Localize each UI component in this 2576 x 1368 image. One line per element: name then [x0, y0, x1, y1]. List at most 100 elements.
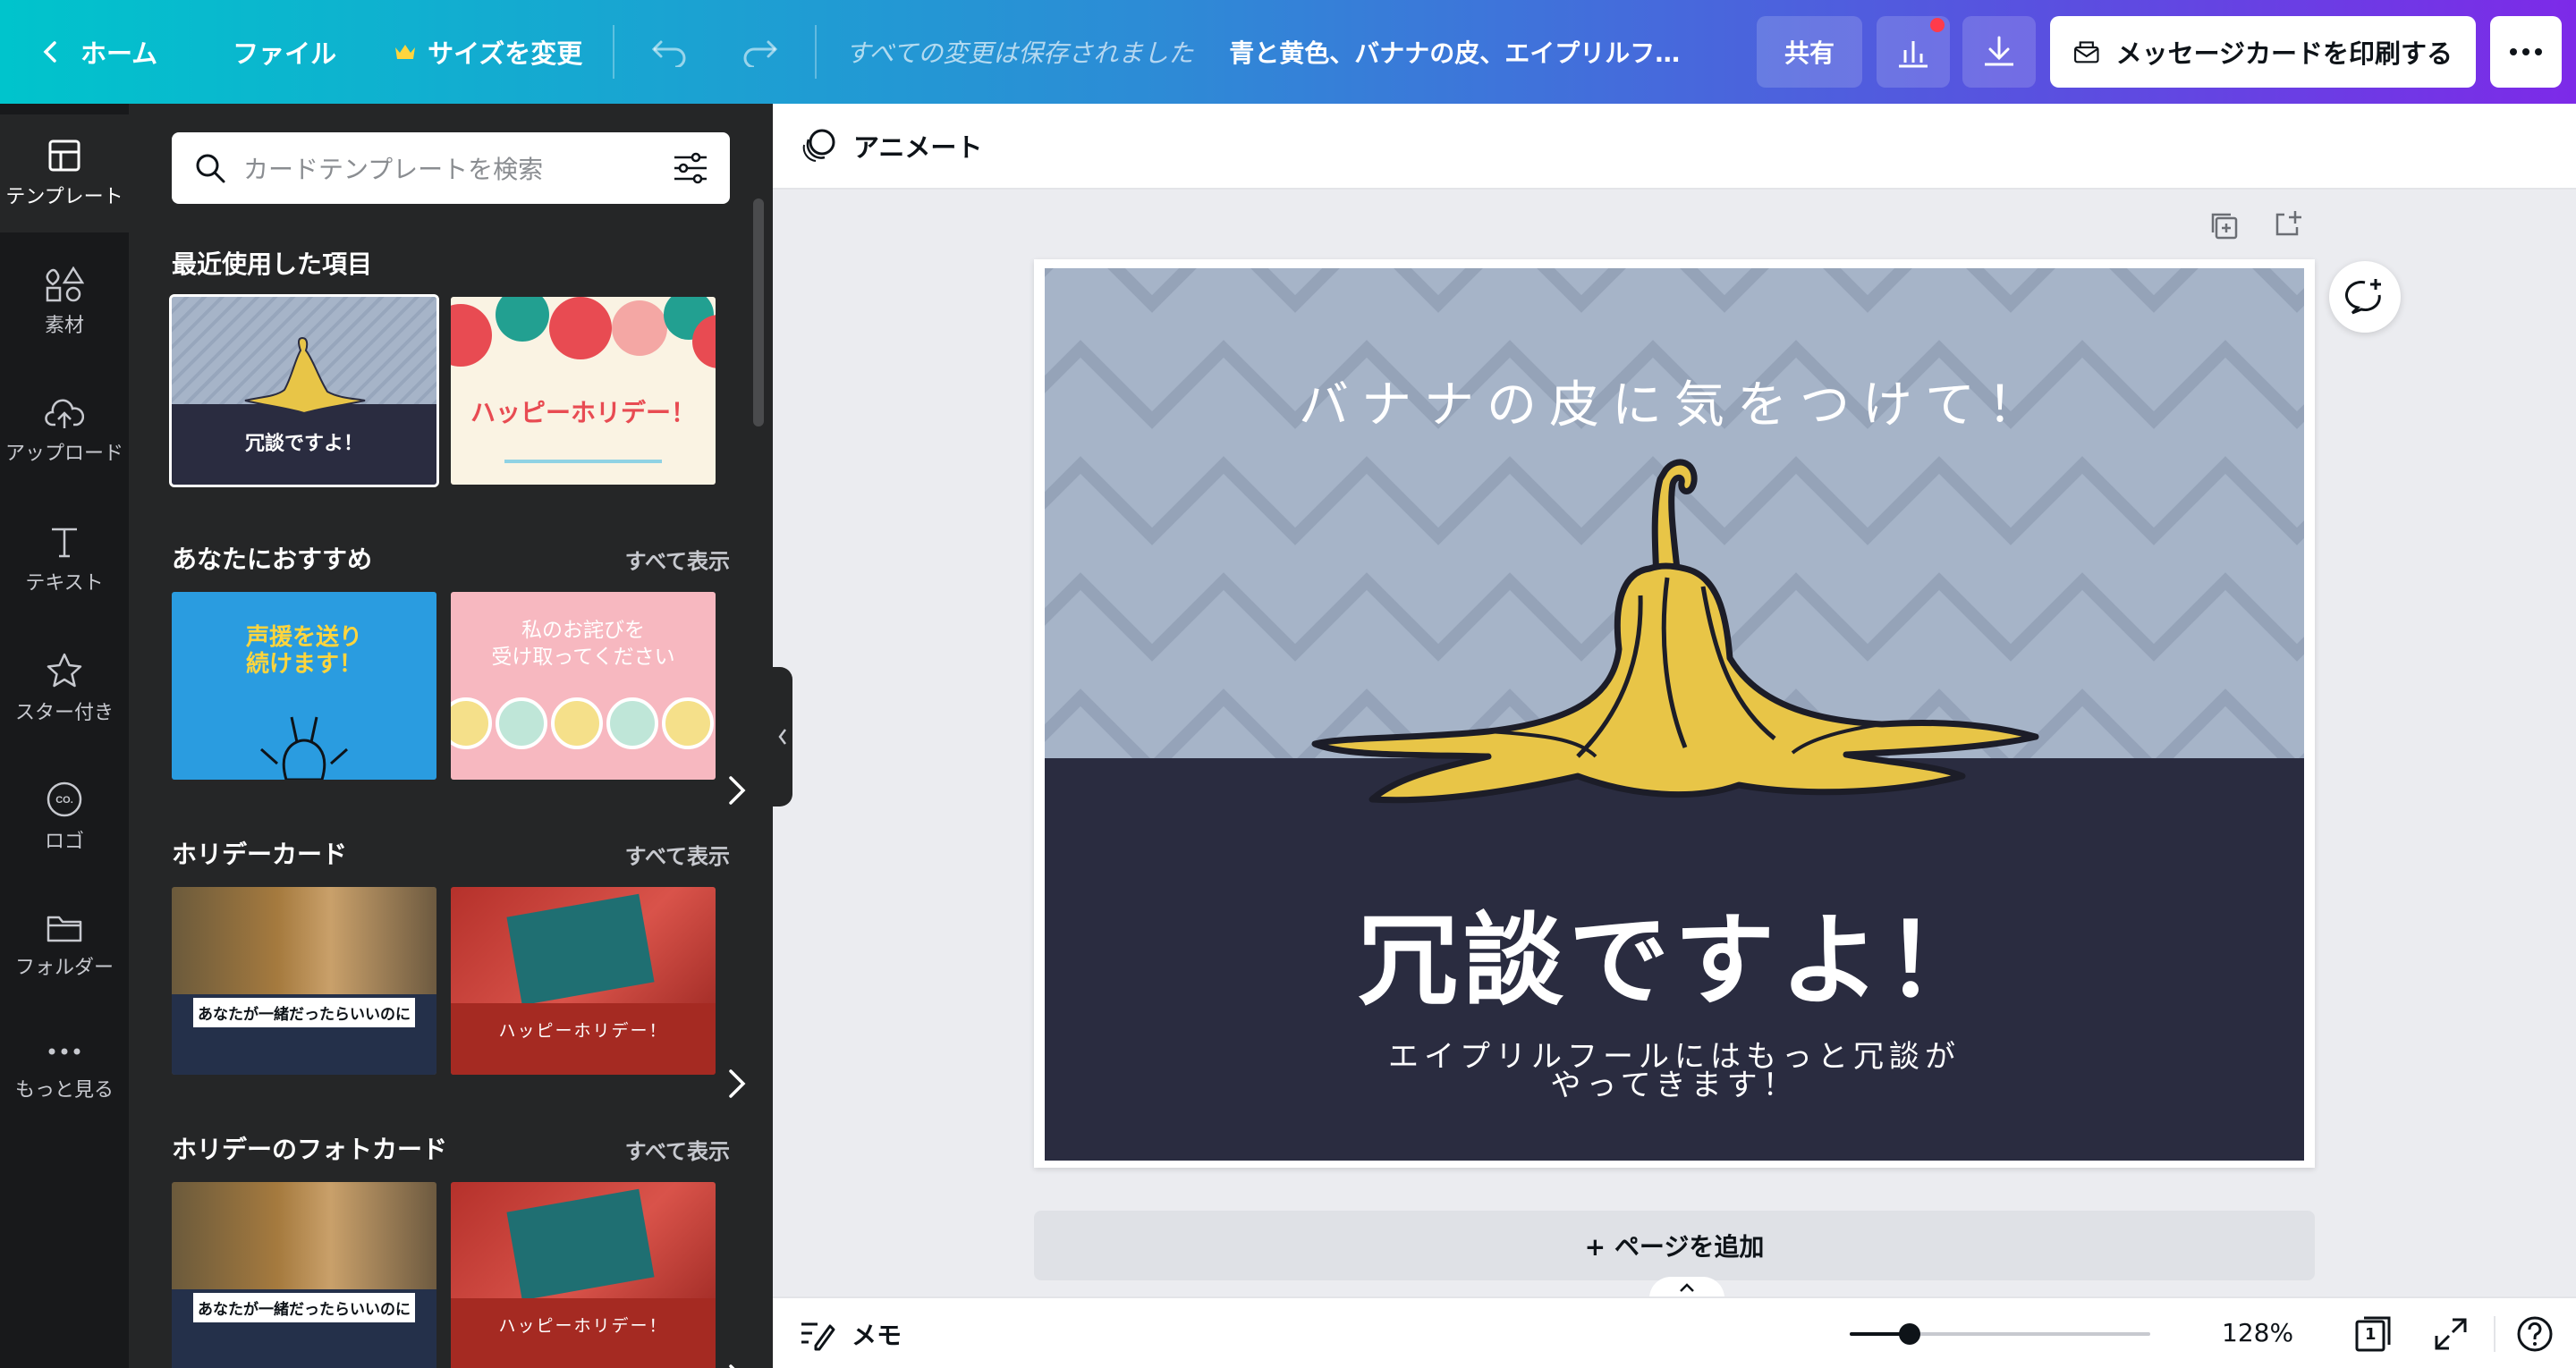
see-all-recommended[interactable]: すべて表示: [625, 544, 730, 575]
rail-label: アップロード: [4, 443, 123, 465]
share-button[interactable]: 共有: [1757, 16, 1862, 88]
undo-icon: [652, 40, 686, 67]
notes-button[interactable]: メモ: [798, 1316, 902, 1352]
crown-icon: [395, 45, 416, 59]
home-button[interactable]: ホーム: [18, 16, 177, 88]
zoom-level[interactable]: 128%: [2222, 1318, 2293, 1347]
chevron-right-icon: [729, 1364, 735, 1368]
zoom-slider-knob[interactable]: [1899, 1323, 1921, 1345]
file-menu-button[interactable]: ファイル: [213, 16, 356, 88]
undo-button[interactable]: [625, 16, 715, 88]
rail-item-more[interactable]: もっと見る: [0, 1016, 129, 1134]
download-icon: [1985, 36, 2013, 66]
home-label: ホーム: [80, 38, 158, 69]
design-page[interactable]: バナナの皮に気をつけて！ 冗談ですよ！ エイプリルフールにはもっと冗談が やって…: [1034, 259, 2315, 1168]
rail-label: フォルダー: [14, 957, 114, 979]
section-title-holiday-cards: ホリデーカード: [172, 840, 348, 869]
help-button[interactable]: [2513, 1313, 2556, 1355]
text-icon: [52, 528, 77, 558]
bottom-status-bar: メモ 128% 1: [773, 1296, 2576, 1368]
template-thumb-happy-holidays[interactable]: ハッピーホリデー！: [451, 297, 716, 485]
template-search-input[interactable]: カードテンプレートを検索: [172, 132, 730, 204]
rail-label: 素材: [44, 315, 84, 337]
elements-icon: [46, 266, 84, 302]
message-card[interactable]: バナナの皮に気をつけて！ 冗談ですよ！ エイプリルフールにはもっと冗談が やって…: [1045, 268, 2304, 1161]
template-thumb-apology[interactable]: 私のお詫びを 受け取ってください: [451, 592, 716, 780]
share-add-icon: [2275, 211, 2301, 236]
lollipop-yellow: [551, 697, 603, 749]
template-thumb-gift[interactable]: ハッピーホリデー！: [451, 1182, 716, 1368]
carousel-next-button[interactable]: [719, 1352, 755, 1368]
lollipop-mint: [496, 697, 547, 749]
redo-icon: [743, 40, 778, 67]
see-all-holiday-cards[interactable]: すべて表示: [625, 839, 730, 870]
page-grid-button[interactable]: 1: [2352, 1313, 2395, 1355]
duplicate-page-button[interactable]: [2207, 209, 2243, 245]
chevron-right-icon: [729, 776, 746, 805]
section-title-recent: 最近使用した項目: [172, 249, 373, 279]
zoom-slider[interactable]: [1850, 1323, 2150, 1345]
rail-item-uploads[interactable]: アップロード: [0, 372, 129, 490]
rail-item-elements[interactable]: 素材: [0, 243, 129, 361]
fullscreen-button[interactable]: [2429, 1313, 2472, 1355]
card-subtitle[interactable]: バナナの皮に気をつけて！: [1045, 365, 2304, 437]
search-icon: [196, 154, 225, 183]
add-comment-button[interactable]: [2329, 261, 2401, 333]
resize-label: サイズを変更: [428, 38, 583, 69]
left-nav-rail: テンプレート 素材 アップロード テキスト スター付き CO. ロゴ フォルダー…: [0, 104, 129, 1368]
svg-text:CO.: CO.: [55, 795, 73, 806]
search-placeholder: カードテンプレートを検索: [243, 155, 544, 184]
carousel-next-button[interactable]: [719, 1057, 755, 1110]
download-button[interactable]: [1962, 16, 2036, 88]
templates-panel: カードテンプレートを検索 最近使用した項目 冗談ですよ！ ハッピーホリデー！ あ…: [129, 104, 773, 1368]
ellipsis-icon: [2510, 48, 2542, 55]
rail-item-templates[interactable]: テンプレート: [0, 114, 129, 232]
rail-item-starred[interactable]: スター付き: [0, 629, 129, 747]
template-thumb-tiger-giraffe[interactable]: あなたが一緒だったらいいのに: [172, 1182, 436, 1368]
more-icon: [48, 1048, 80, 1055]
print-card-button[interactable]: メッセージカードを印刷する: [2050, 16, 2476, 88]
animate-button[interactable]: アニメート: [800, 127, 982, 165]
template-thumb-banana[interactable]: 冗談ですよ！: [169, 294, 439, 487]
rail-item-folders[interactable]: フォルダー: [0, 887, 129, 1005]
rail-item-text[interactable]: テキスト: [0, 501, 129, 619]
rail-item-logos[interactable]: CO. ロゴ: [0, 758, 129, 876]
redo-button[interactable]: [715, 16, 804, 88]
template-thumb-cheer[interactable]: 声援を送り 続けます！: [172, 592, 436, 780]
card-body-text[interactable]: エイプリルフールにはもっと冗談が やってきます！: [1045, 1042, 2304, 1101]
add-page-button[interactable]: + ページを追加: [1034, 1211, 2315, 1280]
thumb-caption: あなたが一緒だったらいいのに: [193, 998, 415, 1027]
ornament-red: [549, 297, 612, 359]
insights-button[interactable]: [1877, 16, 1950, 88]
collapse-panel-button[interactable]: [773, 667, 792, 806]
page-count: 1: [2365, 1325, 2377, 1344]
template-thumb-gift[interactable]: ハッピーホリデー！: [451, 887, 716, 1075]
thumb-caption: あなたが一緒だったらいいのに: [193, 1293, 415, 1322]
chevron-right-icon: [729, 1069, 746, 1098]
carousel-next-button[interactable]: [719, 764, 755, 817]
expand-pages-handle[interactable]: [1649, 1277, 1724, 1298]
resize-button[interactable]: サイズを変更: [374, 16, 602, 88]
thumb-headline: ハッピーホリデー！: [470, 398, 696, 427]
bar-chart-icon: [1899, 41, 1928, 68]
more-options-button[interactable]: [2490, 16, 2562, 88]
lollipop-yellow: [451, 697, 492, 749]
panel-scrollbar[interactable]: [753, 198, 764, 426]
template-thumb-tiger-giraffe[interactable]: あなたが一緒だったらいいのに: [172, 887, 436, 1075]
ornament-pink: [612, 300, 667, 356]
card-headline[interactable]: 冗談ですよ！: [1045, 880, 2304, 1025]
thumb-caption: ハッピーホリデー！: [498, 1316, 668, 1336]
lollipop-mint: [606, 697, 658, 749]
context-toolbar: アニメート: [773, 104, 2576, 190]
star-icon: [47, 653, 82, 688]
toolbar-divider: [815, 25, 818, 79]
ornament-red: [451, 304, 492, 367]
document-title[interactable]: 青と黄色、バナナの皮、エイプリルフール メッセージカード: [1211, 34, 1712, 70]
filter-sliders-icon[interactable]: [673, 152, 708, 184]
gift-box: [506, 1188, 655, 1301]
add-page-top-button[interactable]: [2272, 207, 2308, 243]
chevron-up-icon: [1680, 1283, 1694, 1292]
see-all-holiday-photo-cards[interactable]: すべて表示: [625, 1134, 730, 1165]
chevron-left-icon: [43, 41, 56, 63]
notes-label: メモ: [852, 1321, 902, 1350]
